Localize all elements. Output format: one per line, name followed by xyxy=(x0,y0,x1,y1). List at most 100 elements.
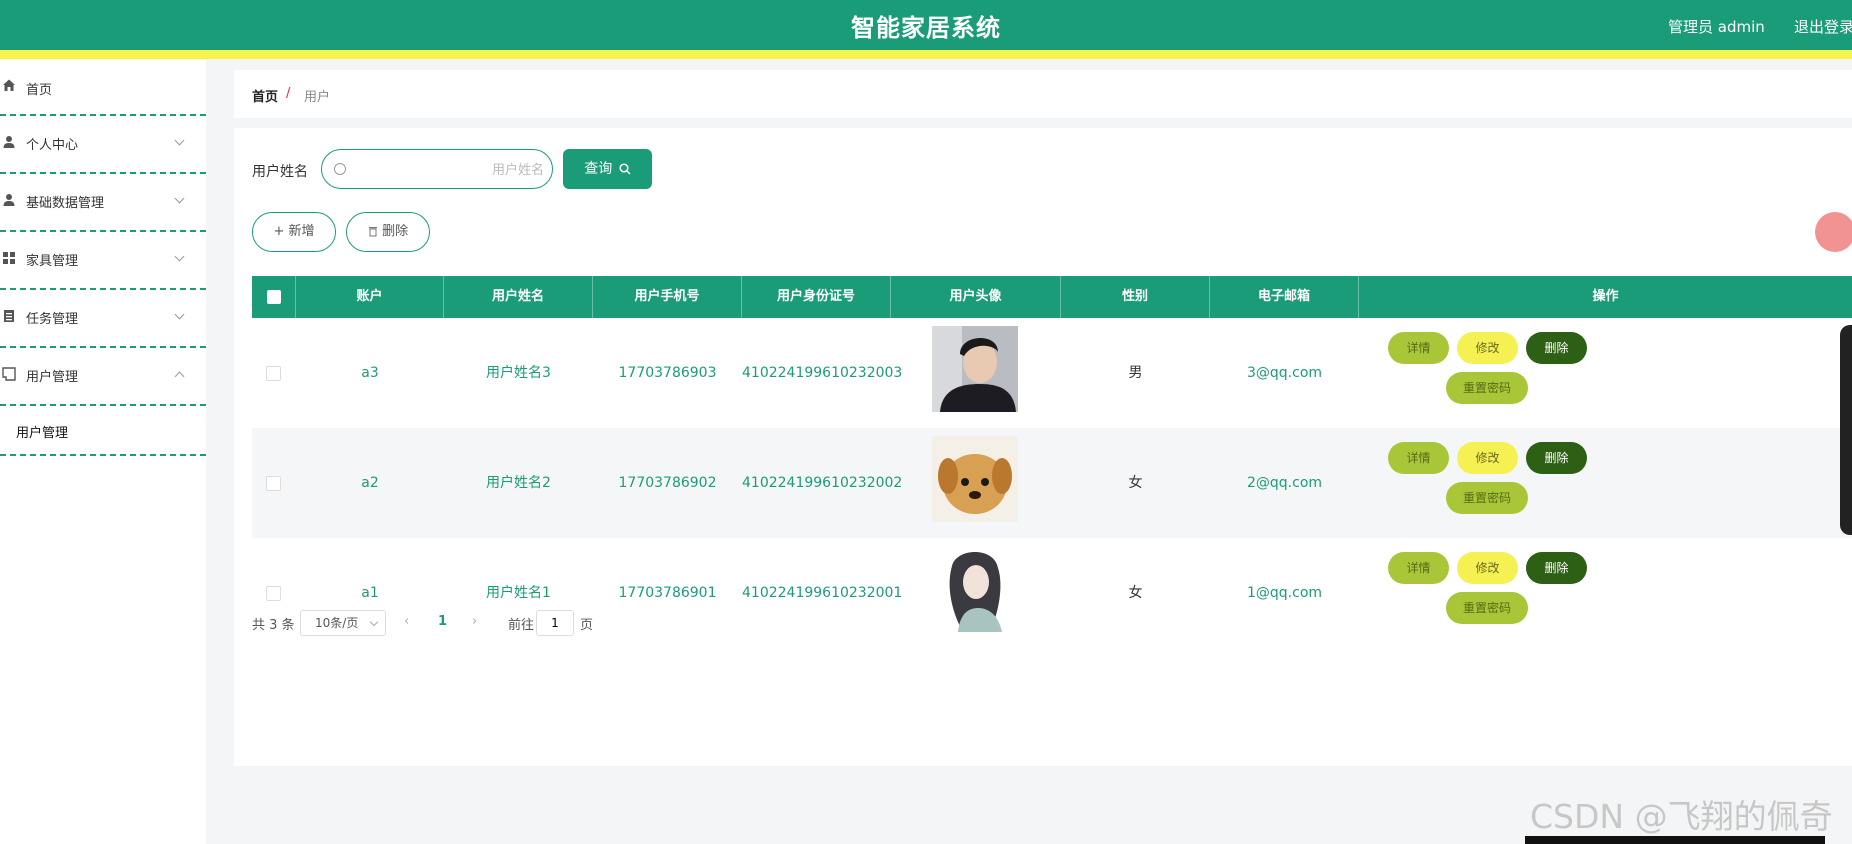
add-button-label: 新增 xyxy=(288,224,315,239)
reset-password-button-label: 重置密码 xyxy=(1462,381,1511,395)
cell-id-card: 410224199610232003 xyxy=(742,365,903,381)
page-unit-label: 页 xyxy=(580,618,594,633)
main-content: 用户姓名 查询 + 新增 删除 账户 用户姓名 用户手机号 用户身份证号 用户头… xyxy=(234,128,1852,766)
home-icon xyxy=(3,79,15,91)
table-row: a2 用户姓名2 17703786902 410224199610232002 … xyxy=(252,428,1852,538)
edit-button[interactable]: 修改 xyxy=(1457,332,1518,364)
detail-button[interactable]: 详情 xyxy=(1388,332,1449,364)
page-size-select[interactable]: 10条/页 xyxy=(300,610,386,636)
clipboard-icon xyxy=(4,310,14,322)
cell-account: a3 xyxy=(361,365,379,381)
detail-button[interactable]: 详情 xyxy=(1388,552,1449,584)
watermark: CSDN @飞翔的佩奇 xyxy=(1530,797,1833,836)
edit-button[interactable]: 修改 xyxy=(1457,552,1518,584)
next-page-button[interactable]: › xyxy=(472,614,477,629)
column-header: 用户身份证号 xyxy=(742,276,891,318)
row-checkbox[interactable] xyxy=(266,586,281,601)
sidebar-item-users[interactable]: 用户管理 xyxy=(0,348,206,406)
cursor-highlight xyxy=(1815,212,1852,252)
total-count: 共 3 条 xyxy=(252,618,295,633)
select-all-checkbox[interactable] xyxy=(266,289,281,304)
column-header: 用户姓名 xyxy=(444,276,593,318)
edit-button-label: 修改 xyxy=(1475,451,1500,465)
detail-button[interactable]: 详情 xyxy=(1388,442,1449,474)
row-checkbox[interactable] xyxy=(266,366,281,381)
sidebar-item-furniture[interactable]: 家具管理 xyxy=(0,232,206,290)
reset-password-button[interactable]: 重置密码 xyxy=(1446,372,1528,404)
sidebar-item-label: 任务管理 xyxy=(26,312,79,327)
user-icon xyxy=(3,136,15,148)
top-header: 智能家居系统 管理员 admin 退出登录 xyxy=(0,0,1852,59)
column-header: 账户 xyxy=(296,276,444,318)
reset-password-button-label: 重置密码 xyxy=(1462,601,1511,615)
delete-button-label: 删除 xyxy=(1544,561,1569,575)
edit-button-label: 修改 xyxy=(1475,341,1500,355)
batch-delete-button[interactable]: 删除 xyxy=(346,212,430,252)
prev-page-button[interactable]: ‹ xyxy=(404,614,409,629)
edit-button[interactable]: 修改 xyxy=(1457,442,1518,474)
delete-button[interactable]: 删除 xyxy=(1526,552,1587,584)
sidebar-item-personal-center[interactable]: 个人中心 xyxy=(0,116,206,174)
breadcrumb: 首页 / 用户 xyxy=(234,70,1852,118)
breadcrumb-home[interactable]: 首页 xyxy=(252,86,278,105)
sidebar: 首页 个人中心 基础数据管理 家具管理 任务管理 用户管理 用户管理 xyxy=(0,59,206,844)
avatar xyxy=(932,326,1018,412)
chevron-up-icon xyxy=(174,371,185,382)
query-button-label: 查询 xyxy=(584,161,613,177)
chevron-down-icon xyxy=(174,309,185,320)
page-size-value: 10条/页 xyxy=(315,616,359,630)
goto-label: 前往 xyxy=(508,618,535,633)
cell-phone: 17703786902 xyxy=(618,475,717,491)
reset-password-button[interactable]: 重置密码 xyxy=(1446,592,1528,624)
cell-phone: 17703786903 xyxy=(618,365,717,381)
cell-account: a2 xyxy=(361,475,379,491)
trash-icon xyxy=(368,227,377,237)
edit-button-label: 修改 xyxy=(1475,561,1500,575)
chevron-down-icon xyxy=(174,135,185,146)
search-label: 用户姓名 xyxy=(252,164,308,180)
grid-icon xyxy=(3,252,15,264)
delete-button-label: 删除 xyxy=(382,224,409,239)
sidebar-item-home[interactable]: 首页 xyxy=(0,59,206,116)
logout-link[interactable]: 退出登录 xyxy=(1794,16,1852,37)
column-header: 电子邮箱 xyxy=(1210,276,1359,318)
column-header: 用户头像 xyxy=(891,276,1061,318)
plus-icon: + xyxy=(273,224,285,239)
submenu-item-user-management[interactable]: 用户管理 xyxy=(16,422,68,441)
breadcrumb-current: 用户 xyxy=(304,90,331,105)
delete-button-label: 删除 xyxy=(1544,341,1569,355)
user-table: 账户 用户姓名 用户手机号 用户身份证号 用户头像 性别 电子邮箱 操作 a3 … xyxy=(252,276,1852,648)
search-box[interactable] xyxy=(321,149,553,189)
sidebar-item-label: 基础数据管理 xyxy=(26,196,105,211)
breadcrumb-separator: / xyxy=(286,86,291,101)
detail-button-label: 详情 xyxy=(1406,451,1431,465)
reset-password-button[interactable]: 重置密码 xyxy=(1446,482,1528,514)
avatar xyxy=(932,436,1018,522)
cell-gender: 女 xyxy=(1128,585,1143,601)
cell-gender: 男 xyxy=(1128,365,1143,381)
search-input[interactable] xyxy=(352,158,546,182)
chevron-down-icon xyxy=(174,193,185,204)
query-button[interactable]: 查询 xyxy=(563,149,652,189)
select-all-checkbox-cell[interactable] xyxy=(252,276,296,318)
row-checkbox[interactable] xyxy=(266,476,281,491)
sidebar-item-tasks[interactable]: 任务管理 xyxy=(0,290,206,348)
chevron-down-icon xyxy=(369,617,379,627)
side-panel-handle[interactable] xyxy=(1840,325,1852,535)
cell-email: 2@qq.com xyxy=(1246,475,1323,491)
goto-page-input[interactable] xyxy=(536,610,574,636)
admin-label: 管理员 admin xyxy=(1668,18,1765,36)
add-button[interactable]: + 新增 xyxy=(252,212,336,252)
delete-button-label: 删除 xyxy=(1544,451,1569,465)
reset-password-button-label: 重置密码 xyxy=(1462,491,1511,505)
page-number[interactable]: 1 xyxy=(438,614,447,629)
column-header: 操作 xyxy=(1592,289,1619,304)
sidebar-item-label: 个人中心 xyxy=(26,138,79,153)
column-header: 用户手机号 xyxy=(593,276,742,318)
delete-button[interactable]: 删除 xyxy=(1526,442,1587,474)
sidebar-item-basic-data[interactable]: 基础数据管理 xyxy=(0,174,206,232)
detail-button-label: 详情 xyxy=(1406,561,1431,575)
decorative-stroke xyxy=(1525,836,1825,844)
pagination: 共 3 条 10条/页 ‹ 1 › 前往 页 xyxy=(252,610,852,636)
delete-button[interactable]: 删除 xyxy=(1526,332,1587,364)
